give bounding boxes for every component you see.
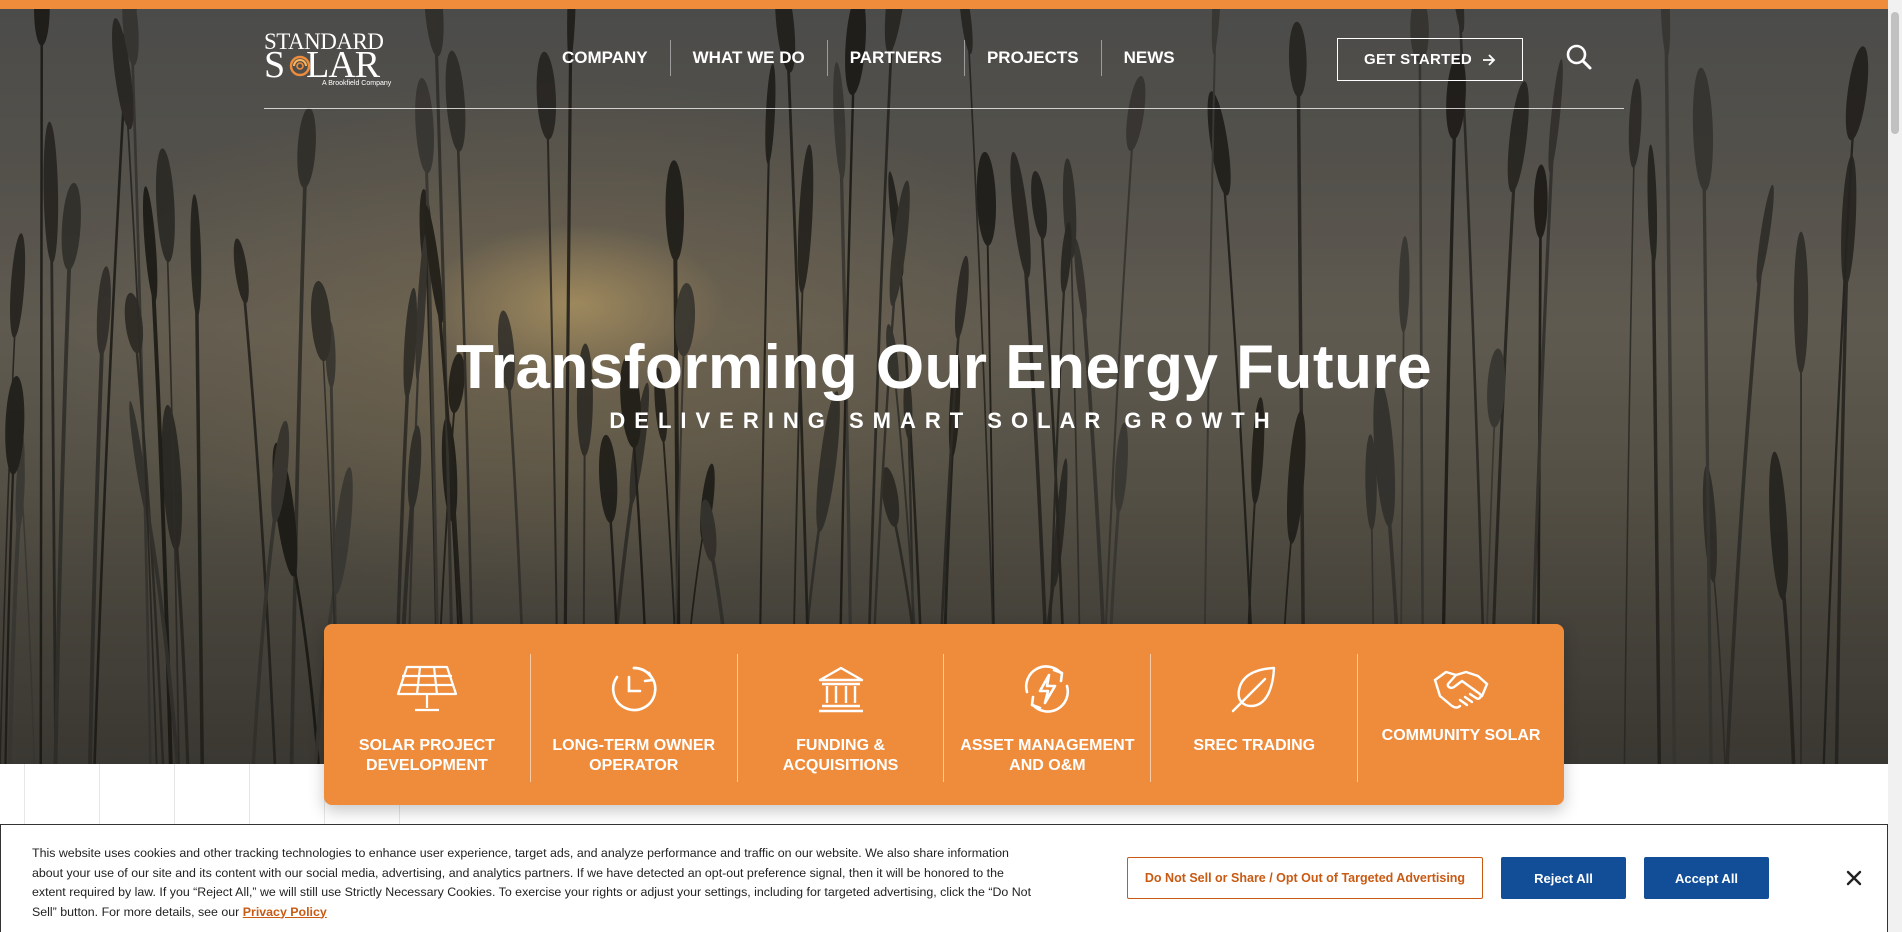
nav-item-company[interactable]: COMPANY bbox=[540, 40, 670, 76]
clock-cycle-icon bbox=[611, 666, 657, 712]
cookie-consent-banner: This website uses cookies and other trac… bbox=[0, 824, 1888, 932]
handshake-icon bbox=[1433, 670, 1489, 709]
service-label: SOLAR PROJECT DEVELOPMENT bbox=[358, 737, 495, 774]
privacy-policy-link[interactable]: Privacy Policy bbox=[243, 905, 327, 919]
arrow-right-icon bbox=[1483, 53, 1496, 66]
cookie-description: This website uses cookies and other trac… bbox=[32, 844, 1032, 922]
nav-item-what-we-do[interactable]: WHAT WE DO bbox=[669, 40, 827, 76]
header-divider bbox=[264, 108, 1624, 109]
service-srec-trading[interactable]: SREC TRADING bbox=[1150, 654, 1357, 782]
get-started-label: GET STARTED bbox=[1363, 51, 1473, 68]
energy-cycle-icon bbox=[1025, 665, 1070, 713]
do-not-sell-button[interactable]: Do Not Sell or Share / Opt Out of Target… bbox=[1127, 857, 1483, 899]
nav-item-partners[interactable]: PARTNERS bbox=[826, 40, 964, 76]
logo-wordmark-main: S LAR bbox=[264, 44, 380, 86]
service-funding-acquisitions[interactable]: FUNDING & ACQUISITIONS bbox=[736, 654, 944, 782]
service-long-term-owner-operator[interactable]: LONG-TERM OWNER OPERATOR bbox=[529, 654, 737, 782]
solar-panel-icon bbox=[396, 665, 458, 712]
hero-title: Transforming Our Energy Future bbox=[455, 333, 1433, 402]
scrollbar-track[interactable] bbox=[1888, 0, 1902, 932]
get-started-button[interactable]: GET STARTED bbox=[1337, 38, 1523, 81]
reject-all-button[interactable]: Reject All bbox=[1501, 857, 1626, 899]
bank-icon bbox=[818, 666, 863, 713]
service-label: COMMUNITY SOLAR bbox=[1381, 727, 1541, 744]
nav-item-projects[interactable]: PROJECTS bbox=[963, 40, 1101, 76]
service-label: ASSET MANAGEMENT AND O&M bbox=[960, 737, 1135, 774]
service-label: FUNDING & ACQUISITIONS bbox=[782, 737, 899, 774]
service-solar-project-development[interactable]: SOLAR PROJECT DEVELOPMENT bbox=[324, 654, 530, 782]
logo-tagline: A Brookfield Company bbox=[322, 80, 392, 87]
service-label: LONG-TERM OWNER OPERATOR bbox=[552, 737, 716, 774]
nav-item-news[interactable]: NEWS bbox=[1100, 40, 1197, 76]
search-icon[interactable] bbox=[1565, 43, 1593, 71]
logo-s: S bbox=[264, 44, 285, 86]
close-icon[interactable] bbox=[1843, 867, 1865, 889]
main-navigation: COMPANY WHAT WE DO PARTNERS PROJECTS NEW… bbox=[540, 40, 1197, 76]
leaf-icon bbox=[1232, 666, 1276, 713]
service-asset-management[interactable]: ASSET MANAGEMENT AND O&M bbox=[943, 654, 1150, 782]
sun-swirl-icon bbox=[289, 55, 311, 77]
hero-subtitle: DELIVERING SMART SOLAR GROWTH bbox=[609, 408, 1279, 433]
scrollbar-thumb[interactable] bbox=[1891, 12, 1899, 134]
service-label: SREC TRADING bbox=[1193, 737, 1316, 754]
accept-all-button[interactable]: Accept All bbox=[1644, 857, 1769, 899]
top-accent-strip bbox=[0, 0, 1902, 9]
service-community-solar[interactable]: COMMUNITY SOLAR bbox=[1357, 654, 1564, 782]
services-bar: SOLAR PROJECT DEVELOPMENT LONG-TERM OWNE… bbox=[324, 624, 1564, 805]
cookie-text: This website uses cookies and other trac… bbox=[32, 846, 1032, 919]
standard-solar-logo[interactable]: STANDARD S LAR A Brookfield Company bbox=[264, 30, 391, 88]
